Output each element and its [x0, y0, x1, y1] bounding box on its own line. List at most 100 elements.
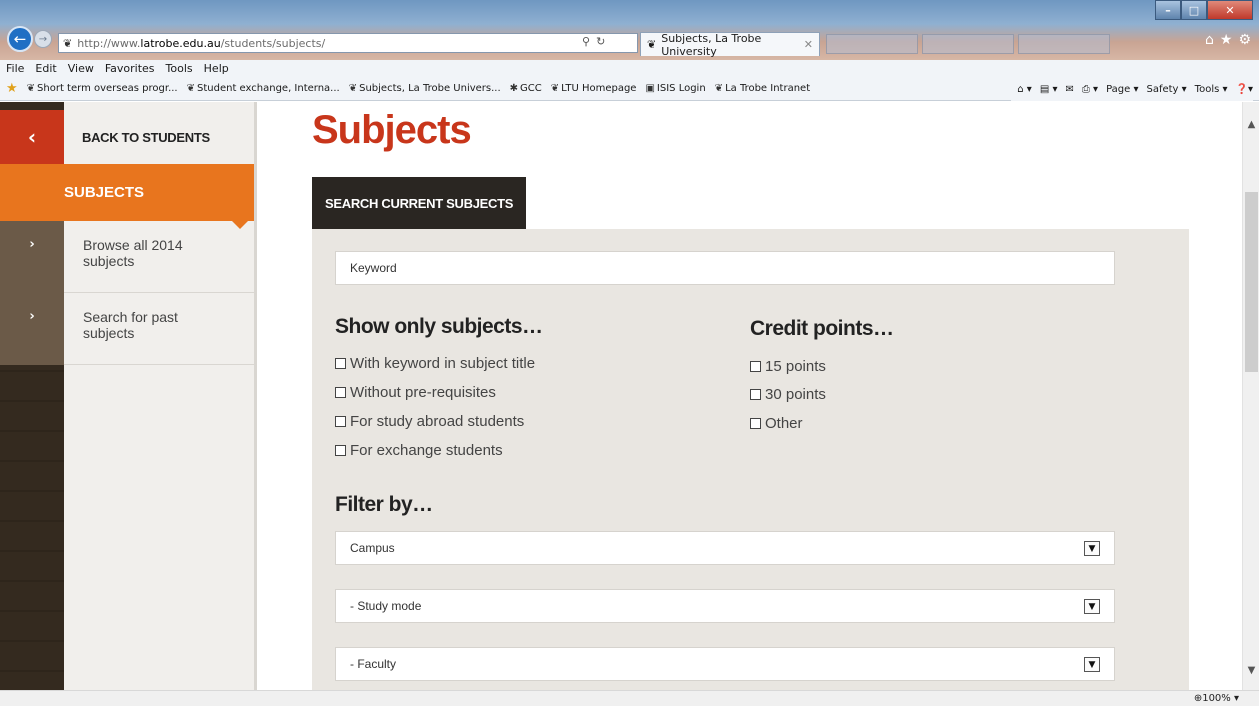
back-arrow-icon[interactable]: ←	[7, 26, 33, 52]
checkbox-box[interactable]	[750, 361, 761, 372]
checkbox-15-points[interactable]: 15 points	[750, 358, 826, 375]
sidebar-item-browse[interactable]: › Browse all 2014 subjects	[0, 221, 254, 293]
checkbox-box[interactable]	[335, 358, 346, 369]
keyword-input[interactable]: Keyword	[335, 251, 1115, 285]
checkbox-exchange[interactable]: For exchange students	[335, 442, 503, 459]
add-favorite-star-icon[interactable]: ★	[6, 81, 18, 96]
chevron-down-icon[interactable]: ▼	[1084, 599, 1100, 614]
safety-menu[interactable]: Safety ▾	[1146, 84, 1186, 95]
back-to-students-label: BACK TO STUDENTS	[82, 129, 210, 145]
site-favicon-icon: ❦	[63, 36, 73, 50]
show-only-heading: Show only subjects…	[335, 315, 543, 338]
checkbox-other[interactable]: Other	[750, 415, 803, 432]
home-icon[interactable]: ⌂	[1205, 32, 1214, 48]
checkbox-box[interactable]	[335, 387, 346, 398]
zoom-icon: ⊕	[1193, 693, 1203, 704]
sidebar-item-label: Search for past subjects	[83, 309, 178, 341]
checkbox-keyword-in-title[interactable]: With keyword in subject title	[335, 355, 535, 372]
checkbox-box[interactable]	[335, 445, 346, 456]
menu-file[interactable]: File	[6, 62, 24, 75]
address-bar[interactable]: ❦ http://www. latrobe.edu.au/students/sub…	[58, 33, 638, 53]
checkbox-box[interactable]	[335, 416, 346, 427]
help-icon[interactable]: ❓▾	[1236, 84, 1253, 95]
zoom-control[interactable]: ⊕100% ▾	[1194, 693, 1239, 704]
minimize-icon[interactable]: –	[1155, 0, 1181, 20]
sidebar: ‹ BACK TO STUDENTS SUBJECTS › Browse all…	[0, 102, 257, 690]
select-value: Campus	[350, 541, 395, 555]
chevron-left-icon: ‹	[0, 110, 64, 164]
tab-inactive[interactable]	[826, 34, 918, 54]
status-bar: ⊕100% ▾	[0, 690, 1259, 706]
search-icon[interactable]: ⚲	[582, 35, 590, 48]
url-host: latrobe.edu.au	[140, 36, 221, 50]
favorite-link[interactable]: ❦ Subjects, La Trobe Univers...	[349, 83, 501, 94]
command-bar: ⌂ ▾ ▤ ▾ ✉ ⎙ ▾ Page ▾ Safety ▾ Tools ▾ ❓▾	[1011, 77, 1253, 101]
feeds-icon[interactable]: ▤ ▾	[1040, 84, 1058, 95]
refresh-icon[interactable]: ↻	[596, 35, 605, 48]
select-value: - Study mode	[350, 599, 422, 613]
back-to-students-link[interactable]: ‹ BACK TO STUDENTS	[0, 110, 254, 164]
favorite-link[interactable]: ❦ La Trobe Intranet	[715, 83, 810, 94]
favorite-link[interactable]: ❦ Student exchange, Interna...	[187, 83, 340, 94]
settings-gear-icon[interactable]: ⚙	[1238, 32, 1251, 48]
chevron-right-icon: ›	[0, 221, 64, 293]
favorite-link[interactable]: ❦ LTU Homepage	[551, 83, 637, 94]
browser-icons: ⌂ ★ ⚙	[1205, 32, 1251, 48]
menu-bar: File Edit View Favorites Tools Help	[0, 60, 1259, 77]
chevron-right-icon: ›	[0, 293, 64, 365]
print-icon[interactable]: ⎙ ▾	[1082, 84, 1098, 95]
vertical-scrollbar[interactable]: ▲ ▼	[1242, 102, 1259, 690]
maximize-icon[interactable]: □	[1181, 0, 1207, 20]
page-title: Subjects	[312, 108, 472, 152]
favorite-link[interactable]: ▣ ISIS Login	[645, 83, 705, 94]
close-window-icon[interactable]: ✕	[1207, 0, 1253, 20]
study-mode-select[interactable]: - Study mode ▼	[335, 589, 1115, 623]
main-content: Subjects SEARCH CURRENT SUBJECTS Keyword…	[258, 102, 1242, 690]
select-value: - Faculty	[350, 657, 397, 671]
window-controls: – □ ✕	[1155, 0, 1253, 20]
tab-active[interactable]: ❦ Subjects, La Trobe University ✕	[640, 31, 820, 58]
tab-inactive[interactable]	[922, 34, 1014, 54]
checkbox-30-points[interactable]: 30 points	[750, 386, 826, 403]
chevron-down-icon[interactable]: ▼	[1084, 657, 1100, 672]
tab-title: Subjects, La Trobe University	[661, 31, 762, 58]
faculty-select[interactable]: - Faculty ▼	[335, 647, 1115, 681]
filter-heading: Filter by…	[335, 493, 433, 516]
search-panel: Keyword Show only subjects… With keyword…	[312, 229, 1189, 690]
address-tools: ⚲ ↻	[582, 35, 638, 48]
menu-edit[interactable]: Edit	[35, 62, 56, 75]
checkbox-box[interactable]	[750, 418, 761, 429]
sidebar-item-label: Browse all 2014 subjects	[83, 237, 183, 269]
checkbox-without-prerequisites[interactable]: Without pre-requisites	[335, 384, 496, 401]
checkbox-study-abroad[interactable]: For study abroad students	[335, 413, 524, 430]
menu-favorites[interactable]: Favorites	[105, 62, 155, 75]
tab-search-current-subjects[interactable]: SEARCH CURRENT SUBJECTS	[312, 177, 527, 235]
favorites-star-icon[interactable]: ★	[1220, 32, 1233, 48]
checkbox-box[interactable]	[750, 389, 761, 400]
scroll-down-icon[interactable]: ▼	[1243, 662, 1259, 679]
scroll-thumb[interactable]	[1245, 192, 1258, 372]
browser-title-bar: – □ ✕ ← → ❦ http://www. latrobe.edu.au/st…	[0, 0, 1259, 60]
sidebar-current-label: SUBJECTS	[64, 184, 145, 201]
sidebar-item-subjects[interactable]: SUBJECTS	[0, 164, 254, 229]
chevron-down-icon[interactable]: ▼	[1084, 541, 1100, 556]
menu-view[interactable]: View	[68, 62, 94, 75]
home-menu-icon[interactable]: ⌂ ▾	[1017, 84, 1032, 95]
menu-tools[interactable]: Tools	[166, 62, 193, 75]
credit-points-heading: Credit points…	[750, 317, 894, 340]
web-page: ‹ BACK TO STUDENTS SUBJECTS › Browse all…	[0, 102, 1242, 690]
page-menu[interactable]: Page ▾	[1106, 84, 1138, 95]
zoom-level: 100%	[1202, 693, 1231, 704]
scroll-up-icon[interactable]: ▲	[1243, 116, 1259, 133]
favorite-link[interactable]: ❦ Short term overseas progr...	[27, 83, 178, 94]
favorite-link[interactable]: ✱ GCC	[510, 83, 542, 94]
campus-select[interactable]: Campus ▼	[335, 531, 1115, 565]
menu-help[interactable]: Help	[204, 62, 229, 75]
tab-inactive[interactable]	[1018, 34, 1110, 54]
sidebar-item-past[interactable]: › Search for past subjects	[0, 293, 254, 365]
tab-favicon-icon: ❦	[647, 38, 657, 51]
tools-menu[interactable]: Tools ▾	[1195, 84, 1228, 95]
forward-arrow-icon[interactable]: →	[34, 30, 52, 48]
close-tab-icon[interactable]: ✕	[804, 38, 813, 51]
mail-icon[interactable]: ✉	[1065, 84, 1073, 95]
